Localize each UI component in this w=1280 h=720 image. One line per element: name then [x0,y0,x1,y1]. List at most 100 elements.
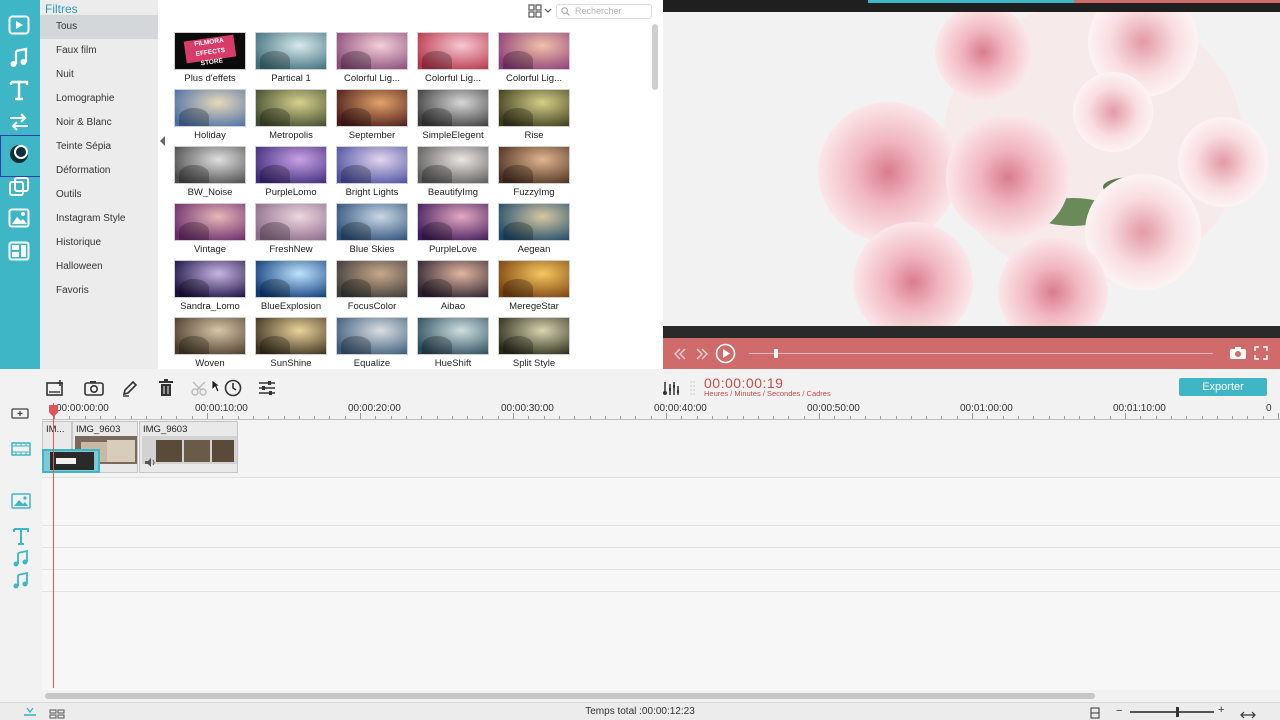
timeline-horizontal-scrollbar[interactable] [45,693,1095,699]
filter-tile[interactable]: Blue Skies [335,203,409,258]
search-input[interactable]: Rechercher [556,4,652,19]
filter-tile[interactable]: PurpleLomo [254,146,328,201]
export-button[interactable]: Exporter [1179,378,1267,396]
filter-thumbnail [174,260,246,298]
category-outils[interactable]: Outils [40,183,158,207]
selected-overlay-clip[interactable] [42,449,100,473]
zoom-in-icon[interactable]: + [1218,704,1224,716]
music-icon[interactable] [6,45,32,71]
filter-tile[interactable]: Bright Lights [335,146,409,201]
filter-tile[interactable]: FocusColor [335,260,409,315]
filter-label: Sandra_Lomo [180,301,240,312]
filter-tile[interactable]: Colorful Lig... [497,32,571,87]
filter-tile[interactable]: BlueExplosion [254,260,328,315]
filter-tile[interactable]: BW_Noise [173,146,247,201]
overlay-icon[interactable] [6,174,32,200]
filter-label: FreshNew [269,244,313,255]
speed-clock-icon[interactable] [222,378,244,398]
playhead-line[interactable] [53,403,54,688]
filter-tile[interactable]: SunShine [254,317,328,372]
filter-thumbnail: FILMORA EFFECTS STORE [174,32,246,70]
video-clip[interactable]: IMG_9603 [139,421,238,473]
category-lomographie[interactable]: Lomographie [40,87,158,111]
search-placeholder: Rechercher [575,6,622,16]
filter-tile[interactable]: Holiday [173,89,247,144]
filter-label: FocusColor [347,301,397,312]
filter-tile[interactable]: Rise [497,89,571,144]
filter-tile[interactable]: Split Style [497,317,571,372]
total-duration: Temps total :00:00:12:23 [585,706,695,717]
adjust-sliders-icon[interactable] [256,378,278,398]
filter-tile[interactable]: Colorful Lig... [416,32,490,87]
text-icon[interactable] [6,77,32,103]
rewind-icon[interactable] [673,347,687,365]
filter-tile[interactable]: Colorful Lig... [335,32,409,87]
preview-bottom-bar [663,326,1280,338]
filter-tile[interactable]: HueShift [416,317,490,372]
filter-label: Vintage [193,244,227,255]
grid-scrollbar[interactable] [652,24,658,90]
drag-handle[interactable] [690,379,696,399]
transition-icon[interactable] [6,109,32,135]
category-historique[interactable]: Historique [40,231,158,255]
filter-tile[interactable]: MeregeStar [497,260,571,315]
add-track-small-icon[interactable] [9,403,31,423]
add-track-icon[interactable] [45,378,67,398]
filter-thumbnail [255,32,327,70]
timeline-ruler[interactable]: 00:00:00:00 00:00:10:00 00:00:20:00 00:0… [42,403,1280,420]
filter-tile[interactable]: Equalize [335,317,409,372]
category-nuit[interactable]: Nuit [40,63,158,87]
snapshot-camera-icon[interactable] [1229,346,1247,365]
filter-tile[interactable]: SimpleElegent [416,89,490,144]
filter-thumbnail [255,260,327,298]
category-tous[interactable]: Tous [40,15,158,39]
filter-tile[interactable]: FILMORA EFFECTS STORE Plus d'effets [173,32,247,87]
filter-label: SunShine [270,358,312,369]
expand-width-icon[interactable] [1240,707,1256,720]
audio-mixer-icon[interactable] [661,378,683,398]
play-button[interactable] [715,343,736,369]
media-icon[interactable] [6,12,32,38]
filter-tile[interactable]: Sandra_Lomo [173,260,247,315]
filter-tile[interactable]: Aegean [497,203,571,258]
filter-tile[interactable]: Vintage [173,203,247,258]
category-deformation[interactable]: Déformation [40,159,158,183]
filter-icon[interactable] [6,141,32,167]
collapse-panel-icon[interactable] [158,134,168,148]
filter-tile[interactable]: Aibao [416,260,490,315]
filter-tile[interactable]: BeautifyImg [416,146,490,201]
filter-label: Partical 1 [271,73,311,84]
image-track-icon [10,491,32,511]
zoom-slider-knob[interactable] [1176,707,1179,717]
category-favoris[interactable]: Favoris [40,279,158,303]
category-noir-blanc[interactable]: Noir & Blanc [40,111,158,135]
playback-progress-knob[interactable] [774,349,778,358]
delete-trash-icon[interactable] [155,378,177,398]
filter-tile[interactable]: PurpleLove [416,203,490,258]
category-instagram-style[interactable]: Instagram Style [40,207,158,231]
fullscreen-icon[interactable] [1254,346,1268,365]
filter-thumbnail [498,260,570,298]
filter-tile[interactable]: Metropolis [254,89,328,144]
filter-tile[interactable]: FreshNew [254,203,328,258]
zoom-out-icon[interactable]: − [1116,705,1122,717]
record-camera-icon[interactable] [83,378,105,398]
filter-tile[interactable]: Partical 1 [254,32,328,87]
filter-tile[interactable]: FuzzyImg [497,146,571,201]
music-track-icon [10,549,32,569]
filter-tile[interactable]: Woven [173,317,247,372]
category-faux-film[interactable]: Faux film [40,39,158,63]
grid-view-icon[interactable] [528,4,552,18]
category-teinte-sepia[interactable]: Teinte Sépia [40,135,158,159]
edit-pencil-icon[interactable] [119,378,141,398]
playback-progress-track[interactable] [749,353,1213,354]
forward-icon[interactable] [695,347,709,365]
fit-timeline-icon[interactable] [1090,706,1100,720]
split-screen-icon[interactable] [6,238,32,264]
zoom-slider-track[interactable] [1130,711,1214,713]
element-icon[interactable] [6,205,32,231]
filter-label: Rise [524,130,544,141]
filter-tile[interactable]: September [335,89,409,144]
filter-label: SimpleElegent [422,130,484,141]
category-halloween[interactable]: Halloween [40,255,158,279]
